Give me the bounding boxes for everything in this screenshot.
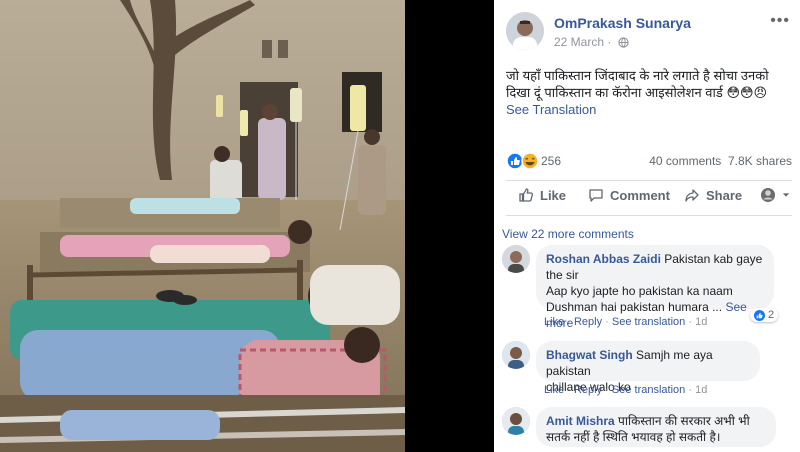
- divider: [506, 215, 792, 216]
- commenter-name[interactable]: Bhagwat Singh: [546, 348, 633, 362]
- hospital-ward-photo: [0, 0, 494, 452]
- comment-bubble: Roshan Abbas Zaidi Pakistan kab gaye the…: [536, 245, 774, 330]
- comment-label: Comment: [610, 187, 670, 203]
- comment-button[interactable]: Comment: [588, 187, 670, 203]
- reaction-count[interactable]: 256: [541, 154, 561, 168]
- comment-like-count: 2: [768, 309, 775, 321]
- comment-reply-link[interactable]: Reply: [574, 316, 602, 328]
- comment-bubble: Amit Mishra पाकिस्तान की सरकार अभी भी सत…: [536, 407, 776, 447]
- divider: [506, 180, 792, 181]
- share-button[interactable]: Share: [684, 187, 742, 203]
- meta-separator: ·: [607, 35, 612, 49]
- post-meta: 22 March ·: [554, 35, 629, 49]
- comments-count[interactable]: 40 comments: [649, 154, 721, 168]
- comment-bubble: Bhagwat Singh Samjh me aya pakistan chil…: [536, 341, 760, 394]
- commenter-name[interactable]: Amit Mishra: [546, 414, 615, 428]
- comment-like-link[interactable]: Like: [544, 316, 564, 328]
- post-date[interactable]: 22 March: [554, 35, 604, 49]
- audience-selector[interactable]: [760, 187, 790, 203]
- commenter-avatar[interactable]: [502, 245, 530, 273]
- globe-icon: [618, 37, 629, 48]
- author-name[interactable]: OmPrakash Sunarya: [554, 15, 691, 31]
- comment-time[interactable]: 1d: [695, 316, 707, 328]
- like-label: Like: [540, 187, 567, 203]
- chevron-down-icon: [782, 193, 790, 197]
- more-options-button[interactable]: •••: [770, 12, 790, 30]
- engagement-counts: 40 comments 7.8K shares: [649, 154, 792, 168]
- thumbs-up-icon: [519, 188, 534, 202]
- comment-text: Pakistan kab gaye: [664, 252, 763, 266]
- comment-actions: Like · Reply · See translation · 1d: [544, 316, 708, 328]
- comment-time[interactable]: 1d: [695, 384, 707, 396]
- comment-reply-link[interactable]: Reply: [574, 384, 602, 396]
- share-arrow-icon: [685, 189, 699, 202]
- post-photo[interactable]: [0, 0, 494, 452]
- comment-translation-link[interactable]: See translation: [612, 316, 685, 328]
- comment-item: Amit Mishra पाकिस्तान की सरकार अभी भी सत…: [502, 407, 798, 452]
- post-body: जो यहाँ पाकिस्तान जिंदाबाद के नारे लगाते…: [506, 67, 792, 118]
- comment-bubble-icon: [589, 189, 603, 202]
- comment-like-link[interactable]: Like: [544, 384, 564, 396]
- comment-translation-link[interactable]: See translation: [612, 384, 685, 396]
- share-label: Share: [706, 187, 743, 203]
- comment-like-badge[interactable]: 2: [750, 308, 779, 322]
- post-header: OmPrakash Sunarya 22 March · •••: [506, 12, 796, 52]
- comment-item: Bhagwat Singh Samjh me aya pakistan chil…: [502, 341, 798, 397]
- post-text: जो यहाँ पाकिस्तान जिंदाबाद के नारे लगाते…: [506, 68, 769, 100]
- shares-count[interactable]: 7.8K shares: [728, 154, 792, 168]
- comment-item: Roshan Abbas Zaidi Pakistan kab gaye the…: [502, 245, 798, 330]
- see-translation-link[interactable]: See Translation: [506, 102, 596, 117]
- comment-text-line: Aap kyo japte ho pakistan ka naam: [546, 284, 733, 298]
- commenter-avatar[interactable]: [502, 341, 530, 369]
- reactions-bar: 256 40 comments 7.8K shares: [506, 152, 792, 172]
- like-reaction-icon: [754, 309, 765, 321]
- comment-text-line: Dushman hai pakistan humara ...: [546, 300, 723, 314]
- view-more-comments-link[interactable]: View 22 more comments: [502, 227, 634, 241]
- comment-text-line: the sir: [546, 268, 579, 282]
- comment-text-line: सतर्क नहीं है स्थिति भयावह हो सकती है।: [546, 430, 721, 444]
- author-avatar[interactable]: [506, 12, 544, 50]
- commenter-name[interactable]: Roshan Abbas Zaidi: [546, 252, 661, 266]
- like-button[interactable]: Like: [518, 187, 566, 203]
- action-bar: Like Comment Share: [506, 183, 792, 211]
- comment-text: पाकिस्तान की सरकार अभी भी: [618, 414, 750, 428]
- comment-actions: Like · Reply · See translation · 1d: [544, 384, 708, 396]
- commenter-avatar[interactable]: [502, 407, 530, 435]
- profile-avatar-icon: [761, 188, 775, 202]
- post-details-panel: OmPrakash Sunarya 22 March · ••• जो यहाँ…: [494, 0, 800, 452]
- like-haha-reaction-icon[interactable]: [506, 152, 540, 170]
